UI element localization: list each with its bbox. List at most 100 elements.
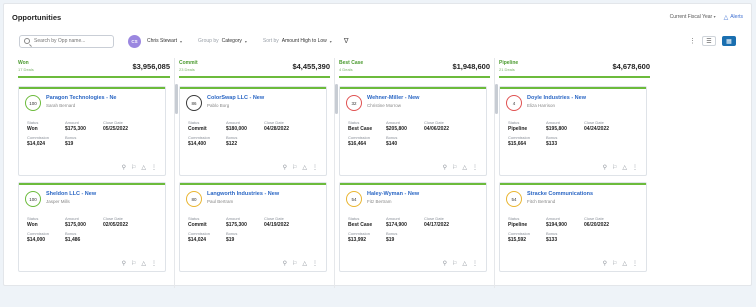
flag-icon[interactable]: ⚐ [292, 164, 297, 171]
opportunity-card[interactable]: 86 ColorSwap LLC - New Pablo Borg Status… [179, 86, 327, 176]
opportunity-link[interactable]: Stracke Communications [527, 191, 593, 198]
card-fields: Status Commit Amount $175,300 Close Date 04… [180, 207, 326, 243]
opportunity-link[interactable]: Haley-Wyman - New [367, 191, 419, 198]
pin-icon[interactable]: ⚲ [283, 164, 287, 171]
opportunity-card[interactable]: 32 Wehner-Miller - New Christine Morrow … [339, 86, 487, 176]
card-actions: ⚲ ⚐ △ ⋮ [122, 260, 157, 267]
alert-triangle-icon[interactable]: △ [141, 164, 146, 171]
alert-triangle-icon[interactable]: △ [302, 260, 307, 267]
amount-value: $180,000 [226, 126, 247, 132]
field-label: Amount [546, 216, 560, 221]
amount-value: $205,800 [386, 126, 407, 132]
bonus-field: Bonus $1,486 [65, 231, 103, 243]
close-date-value: 02/05/2022 [103, 222, 129, 228]
user-selector[interactable]: Chris Stewart ▾ [147, 38, 182, 44]
group-by-value: Category [221, 38, 242, 44]
more-options-icon[interactable]: ⋮ [312, 164, 318, 171]
amount-field: Amount $175,300 [226, 216, 264, 228]
flag-icon[interactable]: ⚐ [131, 260, 136, 267]
more-options-icon[interactable]: ⋮ [151, 260, 157, 267]
alert-triangle-icon[interactable]: △ [302, 164, 307, 171]
flag-icon[interactable]: ⚐ [292, 260, 297, 267]
card-fields: Status Won Amount $175,000 Close Date 02/05… [19, 207, 165, 243]
search-box[interactable] [19, 34, 114, 48]
alert-triangle-icon[interactable]: △ [622, 164, 627, 171]
filter-icon[interactable]: ∇ [344, 37, 349, 45]
card-actions: ⚲ ⚐ △ ⋮ [122, 164, 157, 171]
opportunity-link[interactable]: Paragon Technologies - Ne [46, 95, 117, 102]
close-date-value: 04/28/2022 [264, 126, 290, 132]
status-value: Commit [188, 126, 207, 132]
bonus-field: Bonus $19 [226, 231, 264, 243]
alert-triangle-icon[interactable]: △ [141, 260, 146, 267]
flag-icon[interactable]: ⚐ [452, 260, 457, 267]
field-label: Bonus [65, 231, 77, 236]
pin-icon[interactable]: ⚲ [603, 164, 607, 171]
sort-selector[interactable]: Sort by Amount High to Low ▾ [263, 38, 332, 44]
field-label: Status [508, 216, 520, 221]
opportunity-link[interactable]: Wehner-Miller - New [367, 95, 419, 102]
flag-icon[interactable]: ⚐ [452, 164, 457, 171]
opportunity-card[interactable]: 100 Sheldon LLC - New Jasper Mills Statu… [18, 182, 166, 272]
flag-icon[interactable]: ⚐ [612, 260, 617, 267]
chevron-down-icon: ▾ [180, 38, 183, 44]
field-label: Amount [226, 120, 240, 125]
field-label: Commission [508, 135, 531, 140]
chevron-down-icon: ▾ [244, 38, 247, 44]
card-actions: ⚲ ⚐ △ ⋮ [603, 260, 638, 267]
more-options-icon[interactable]: ⋮ [632, 260, 638, 267]
bonus-field: Bonus $122 [226, 135, 264, 147]
close-date-value: 06/20/2022 [584, 222, 610, 228]
score-ring: 4 [506, 95, 522, 111]
flag-icon[interactable]: ⚐ [131, 164, 136, 171]
status-field: Status Best Case [348, 216, 386, 228]
alerts-button[interactable]: △ Alerts [724, 14, 743, 21]
bonus-value: $19 [65, 141, 74, 147]
more-options-icon[interactable]: ⋮ [632, 164, 638, 171]
view-controls: ⋮ ☰ ▦ [689, 36, 736, 46]
pin-icon[interactable]: ⚲ [122, 260, 126, 267]
opportunity-card[interactable]: 100 Paragon Technologies - Ne Sarah Bern… [18, 86, 166, 176]
opportunity-link[interactable]: Sheldon LLC - New [46, 191, 96, 198]
card-fields: Status Pipeline Amount $195,800 Close Date… [500, 111, 646, 147]
opportunity-card[interactable]: 54 Stracke Communications Fitch Bertrand… [499, 182, 647, 272]
more-options-icon[interactable]: ⋮ [151, 164, 157, 171]
opportunity-card[interactable]: 4 Doyle Industries - New Eliza Harrison … [499, 86, 647, 176]
board-column: Best Case 4 Deals $1,948,600 32 Wehner-M… [334, 58, 498, 288]
opportunity-card[interactable]: 54 Haley-Wyman - New Fitz Bertram Status… [339, 182, 487, 272]
avatar[interactable]: CS [128, 34, 141, 48]
list-view-button[interactable]: ☰ [702, 36, 716, 46]
score-ring: 100 [25, 95, 41, 111]
pin-icon[interactable]: ⚲ [122, 164, 126, 171]
more-options-icon[interactable]: ⋮ [472, 260, 478, 267]
field-label: Amount [65, 120, 79, 125]
period-selector[interactable]: Current Fiscal Year ▾ [670, 14, 716, 20]
field-label: Bonus [226, 135, 238, 140]
column-count: 21 Deals [499, 67, 515, 72]
pin-icon[interactable]: ⚲ [443, 260, 447, 267]
search-input[interactable] [34, 38, 104, 44]
opportunity-link[interactable]: ColorSwap LLC - New [207, 95, 264, 102]
alert-triangle-icon[interactable]: △ [622, 260, 627, 267]
board-view-button[interactable]: ▦ [722, 36, 736, 46]
more-options-icon[interactable]: ⋮ [312, 260, 318, 267]
board-column: Won 17 Deals $3,956,085 100 Paragon Tech… [14, 58, 178, 288]
alert-triangle-icon[interactable]: △ [462, 164, 467, 171]
field-label: Commission [27, 231, 50, 236]
more-options-icon[interactable]: ⋮ [689, 37, 696, 45]
field-label: Close Date [103, 120, 123, 125]
pin-icon[interactable]: ⚲ [443, 164, 447, 171]
group-by-selector[interactable]: Group by Category ▾ [198, 38, 247, 44]
user-name: Chris Stewart [147, 38, 178, 44]
flag-icon[interactable]: ⚐ [612, 164, 617, 171]
pin-icon[interactable]: ⚲ [283, 260, 287, 267]
bonus-value: $19 [226, 237, 235, 243]
alert-triangle-icon[interactable]: △ [462, 260, 467, 267]
opportunity-card[interactable]: 80 Langworth Industries - New Paul Bertr… [179, 182, 327, 272]
pin-icon[interactable]: ⚲ [603, 260, 607, 267]
opportunity-link[interactable]: Doyle Industries - New [527, 95, 586, 102]
commission-value: $15,592 [508, 237, 527, 243]
opportunity-link[interactable]: Langworth Industries - New [207, 191, 279, 198]
column-heading: Pipeline 21 Deals [499, 60, 518, 72]
more-options-icon[interactable]: ⋮ [472, 164, 478, 171]
